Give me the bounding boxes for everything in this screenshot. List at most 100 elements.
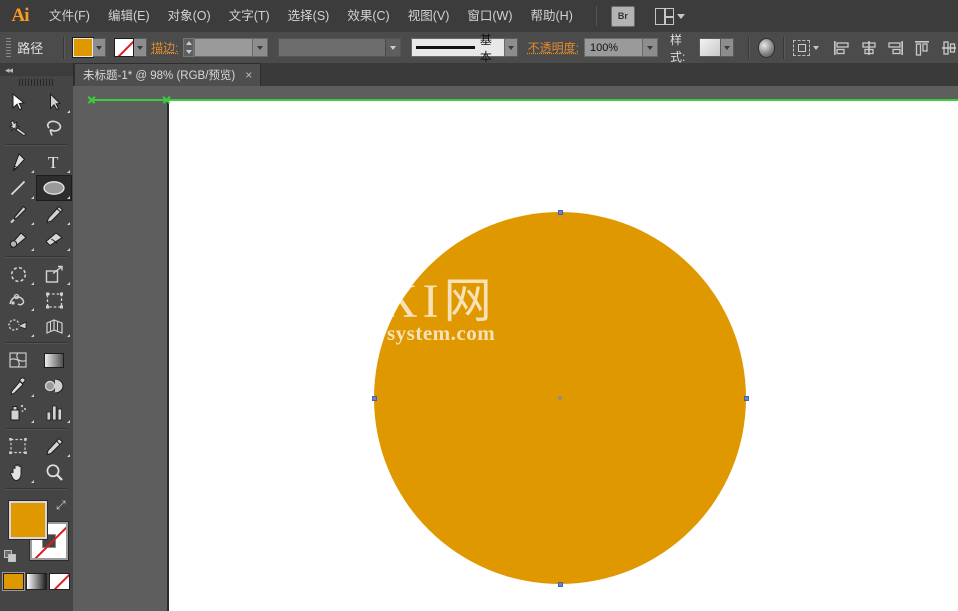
stroke-color-control[interactable] <box>114 38 147 57</box>
align-center-horizontal-icon[interactable] <box>860 40 877 56</box>
anchor-point-bottom[interactable] <box>558 582 563 587</box>
direct-selection-tool[interactable] <box>36 89 72 115</box>
selection-tool[interactable] <box>0 89 36 115</box>
hand-tool[interactable] <box>0 459 36 485</box>
recolor-artwork-icon[interactable] <box>758 38 776 58</box>
opacity-dropdown[interactable] <box>642 39 657 56</box>
control-bar-grip[interactable] <box>6 38 11 57</box>
eraser-tool[interactable] <box>36 227 72 253</box>
align-right-icon[interactable] <box>887 40 904 56</box>
menu-divider <box>596 6 597 26</box>
menu-select[interactable]: 选择(S) <box>279 0 339 32</box>
pencil-tool[interactable] <box>36 201 72 227</box>
stroke-weight-input[interactable] <box>194 38 268 57</box>
perspective-grid-tool[interactable] <box>36 313 72 339</box>
align-middle-vertical-icon[interactable] <box>941 40 958 56</box>
rotate-tool[interactable] <box>0 261 36 287</box>
shape-builder-tool[interactable] <box>0 313 36 339</box>
brush-definition-control[interactable]: 基本 <box>411 38 518 57</box>
svg-text:T: T <box>48 153 59 171</box>
selected-object-type: 路径 <box>17 38 43 57</box>
tools-panel-header[interactable]: ◂◂ <box>0 63 73 76</box>
swap-fill-stroke-icon[interactable]: ⤢ <box>56 499 69 512</box>
gradient-mode-button[interactable] <box>26 573 47 590</box>
line-segment-tool[interactable] <box>0 175 36 201</box>
fill-control[interactable] <box>73 38 106 57</box>
opacity-label[interactable]: 不透明度: <box>528 39 579 56</box>
width-tool[interactable] <box>0 287 36 313</box>
smart-guide-anchor-icon <box>162 95 171 104</box>
symbol-sprayer-tool[interactable] <box>0 399 36 425</box>
anchor-point-left[interactable] <box>372 396 377 401</box>
mesh-tool[interactable] <box>0 347 36 373</box>
artboard-tool[interactable] <box>0 433 36 459</box>
menu-object[interactable]: 对象(O) <box>159 0 220 32</box>
graphic-style-control[interactable] <box>699 38 734 57</box>
stroke-weight-stepper[interactable] <box>183 38 194 57</box>
menu-effect[interactable]: 效果(C) <box>338 0 398 32</box>
color-mode-button[interactable] <box>3 573 24 590</box>
paintbrush-tool[interactable] <box>0 201 36 227</box>
fill-dropdown[interactable] <box>93 38 106 57</box>
eyedropper-tool[interactable] <box>0 373 36 399</box>
blob-brush-tool[interactable] <box>0 227 36 253</box>
shape-center-point <box>558 396 562 400</box>
width-profile-select[interactable] <box>278 38 400 57</box>
menu-type[interactable]: 文字(T) <box>220 0 279 32</box>
free-transform-tool[interactable] <box>36 287 72 313</box>
align-controls[interactable] <box>833 40 958 56</box>
stroke-weight-control[interactable] <box>183 38 268 57</box>
arrange-documents-button[interactable] <box>655 8 685 25</box>
menu-edit[interactable]: 编辑(E) <box>99 0 159 32</box>
document-tab[interactable]: 未标题-1* @ 98% (RGB/预览) × <box>74 63 261 86</box>
chevron-down-icon <box>257 46 263 50</box>
chevron-down-icon <box>96 46 102 50</box>
pen-tool[interactable] <box>0 149 36 175</box>
tool-flyout-indicator <box>67 110 70 113</box>
stroke-swatch-none[interactable] <box>114 38 134 57</box>
bridge-button[interactable]: Br <box>611 6 635 27</box>
anchor-point-top[interactable] <box>558 210 563 215</box>
brush-definition-value: 基本 <box>480 31 500 65</box>
graphic-style-dropdown[interactable] <box>721 38 734 57</box>
opacity-input[interactable]: 100% <box>584 38 658 57</box>
brush-definition-select[interactable]: 基本 <box>411 38 505 57</box>
gradient-tool[interactable] <box>36 347 72 373</box>
stroke-color-dropdown[interactable] <box>134 38 147 57</box>
brush-definition-dropdown[interactable] <box>505 38 518 57</box>
type-tool[interactable]: T <box>36 149 72 175</box>
menu-window[interactable]: 窗口(W) <box>458 0 521 32</box>
divider <box>748 37 750 59</box>
anchor-point-right[interactable] <box>744 396 749 401</box>
lasso-tool[interactable] <box>36 115 72 141</box>
canvas-area[interactable]: G XI网 system.com <box>73 86 958 611</box>
fill-swatch[interactable] <box>73 38 93 57</box>
align-left-icon[interactable] <box>833 40 850 56</box>
menu-view[interactable]: 视图(V) <box>399 0 459 32</box>
menu-file[interactable]: 文件(F) <box>40 0 99 32</box>
slice-tool[interactable] <box>36 433 72 459</box>
fill-color-swatch[interactable] <box>9 501 47 539</box>
chevron-down-icon <box>390 46 396 50</box>
ellipse-tool[interactable] <box>36 175 72 201</box>
stroke-weight-label[interactable]: 描边: <box>151 39 178 56</box>
magic-wand-tool[interactable] <box>0 115 36 141</box>
default-fill-stroke-icon[interactable] <box>4 550 17 563</box>
stroke-weight-dropdown[interactable] <box>252 39 267 56</box>
zoom-tool[interactable] <box>36 459 72 485</box>
collapse-panel-icon[interactable]: ◂◂ <box>5 65 12 76</box>
tools-panel-grip[interactable] <box>0 76 73 89</box>
transform-control[interactable] <box>793 40 819 56</box>
menu-help[interactable]: 帮助(H) <box>522 0 582 32</box>
scale-tool[interactable] <box>36 261 72 287</box>
align-top-icon[interactable] <box>914 40 931 56</box>
tool-flyout-indicator <box>67 282 70 285</box>
none-mode-button[interactable] <box>49 573 70 590</box>
close-icon[interactable]: × <box>245 68 252 82</box>
tool-flyout-indicator <box>67 420 70 423</box>
blend-tool[interactable] <box>36 373 72 399</box>
opacity-control[interactable]: 100% <box>584 38 658 57</box>
graphic-style-swatch[interactable] <box>699 38 721 57</box>
column-graph-tool[interactable] <box>36 399 72 425</box>
width-profile-dropdown[interactable] <box>385 39 400 56</box>
